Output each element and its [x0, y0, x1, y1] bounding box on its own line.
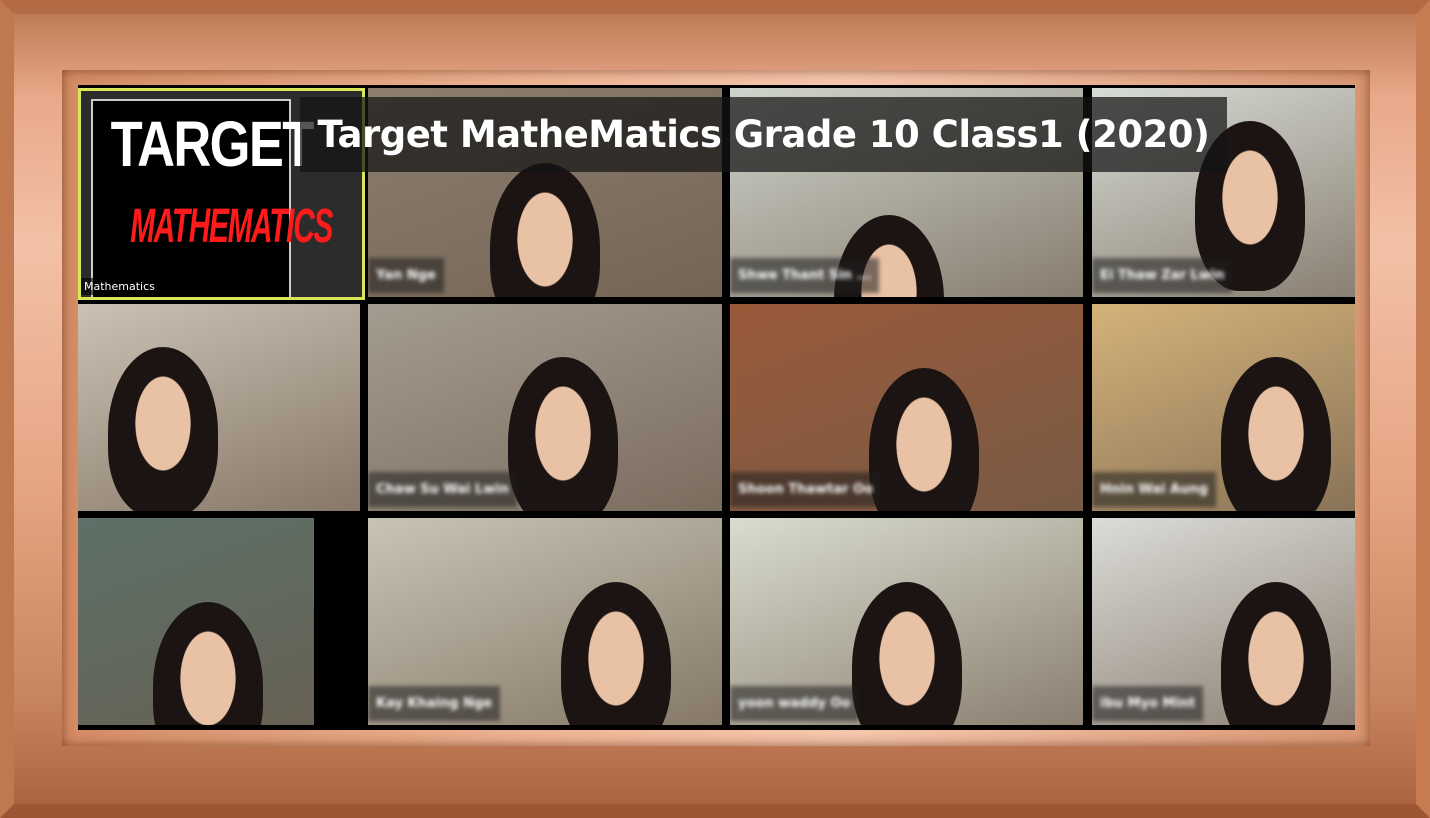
video-tile[interactable]: ibu Myo Mint	[1092, 518, 1355, 725]
participant-name: Shoon Thawtar Oo	[730, 472, 882, 507]
participant-video	[851, 581, 962, 725]
participant-name: Shwe Thant Sin ...	[730, 258, 880, 293]
video-tile[interactable]: Chaw Su Wai Lwin	[368, 304, 722, 511]
video-tile[interactable]: Hnin Wai Aung	[1092, 304, 1355, 511]
participant-video	[490, 162, 600, 297]
logo-text-target: TARGET	[110, 108, 315, 180]
class-title-banner: Target MatheMatics Grade 10 Class1 (2020…	[300, 97, 1227, 172]
video-tile[interactable]: yoon waddy Oo	[730, 518, 1083, 725]
participant-name: Ei Thaw Zar Lwin	[1092, 258, 1233, 293]
video-tile[interactable]: Kay Khaing Nge	[368, 518, 722, 725]
video-tile[interactable]	[78, 518, 314, 725]
participant-video	[1221, 357, 1332, 511]
participant-name: Chaw Su Wai Lwin	[368, 472, 517, 507]
participant-name: Mathematics	[81, 278, 158, 295]
participant-video	[560, 581, 671, 725]
participant-video	[507, 357, 618, 511]
participant-name: yoon waddy Oo	[730, 686, 859, 721]
participant-video	[869, 367, 980, 511]
participant-video	[107, 346, 218, 511]
target-mathematics-logo: TARGET MATHEMATICS	[91, 99, 333, 297]
participant-video	[1221, 581, 1332, 725]
video-tile[interactable]: Shoon Thawtar Oo	[730, 304, 1083, 511]
participant-name: Hnin Wai Aung	[1092, 472, 1216, 507]
video-gallery: TARGET MATHEMATICS Mathematics Yan Nge Sh…	[78, 85, 1355, 730]
video-tile[interactable]	[78, 304, 360, 511]
participant-video	[152, 602, 263, 725]
participant-name: Yan Nge	[368, 258, 444, 293]
logo-text-mathematics: MATHEMATICS	[130, 200, 333, 253]
participant-name: Kay Khaing Nge	[368, 686, 501, 721]
participant-name: ibu Myo Mint	[1092, 686, 1204, 721]
